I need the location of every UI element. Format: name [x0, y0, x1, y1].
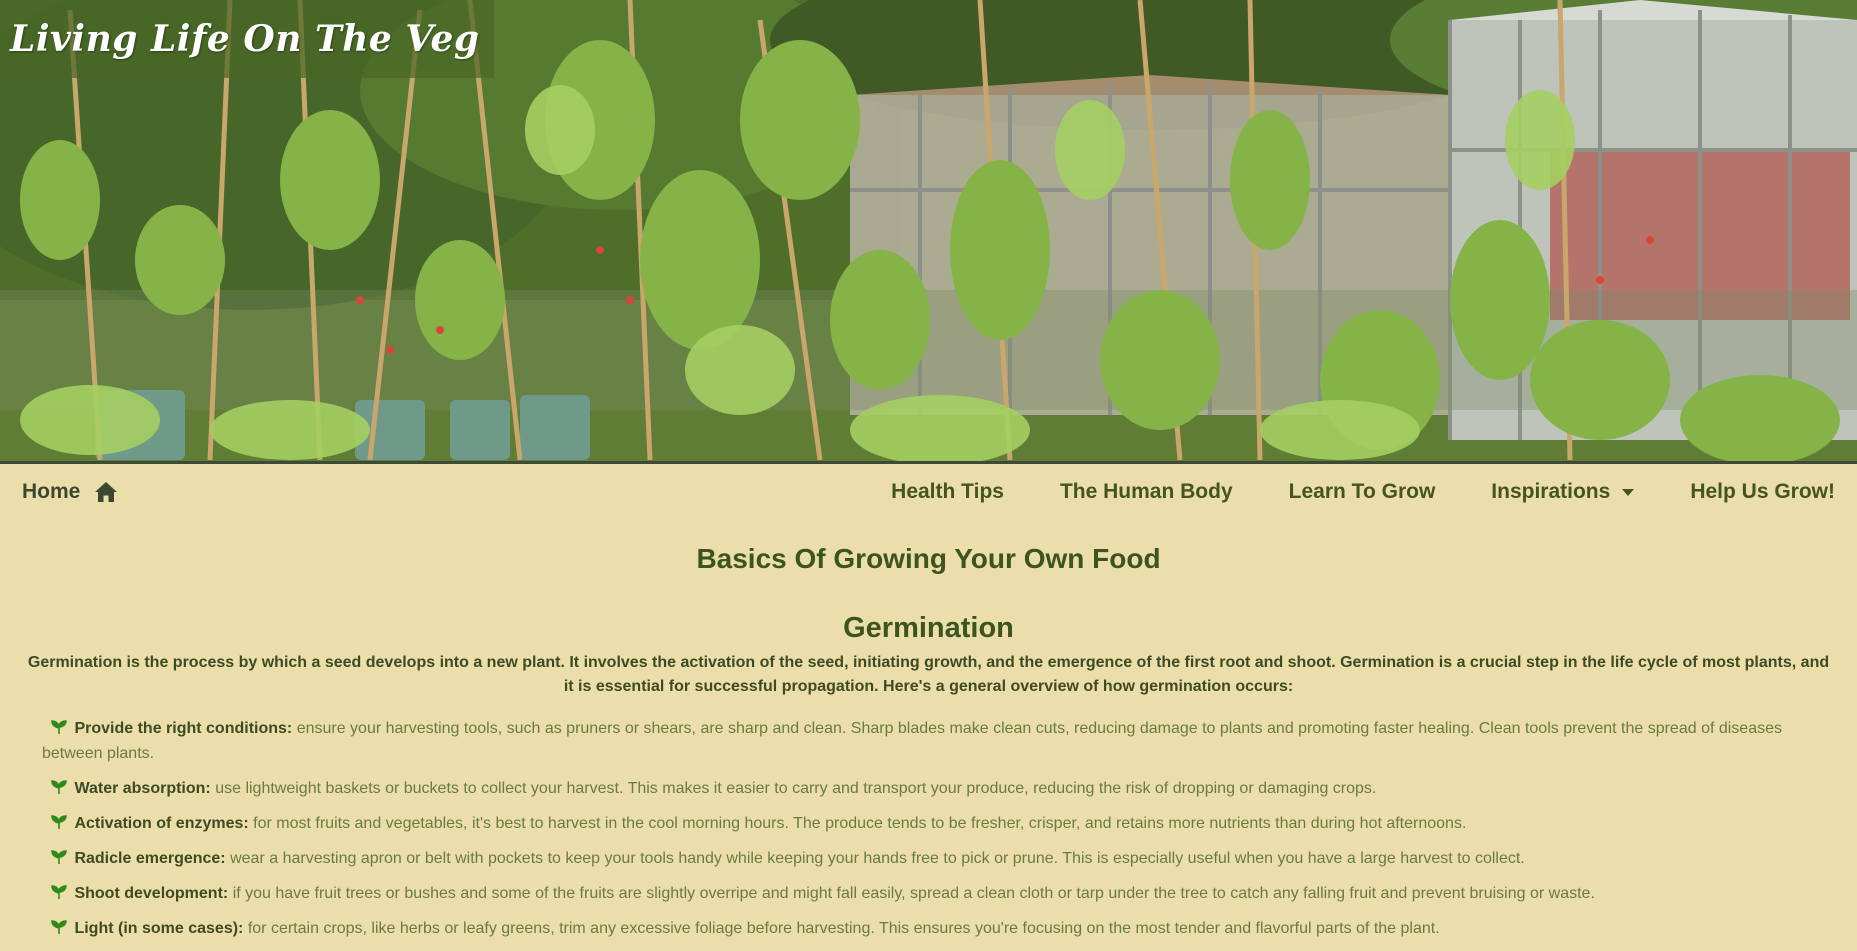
sprout-icon [51, 720, 67, 735]
list-item: Activation of enzymes: for most fruits a… [42, 811, 1833, 836]
list-item-text: if you have fruit trees or bushes and so… [232, 885, 1595, 903]
site-title-box[interactable]: Living Life On The Veg [0, 0, 494, 78]
list-item: Radicle emergence: wear a harvesting apr… [42, 846, 1833, 871]
page-title: Basics Of Growing Your Own Food [696, 543, 1161, 574]
list-item-text: for most fruits and vegetables, it's bes… [253, 815, 1467, 833]
sprout-icon [51, 920, 67, 935]
sprout-icon [51, 885, 67, 900]
nav-item-the-human-body[interactable]: The Human Body [1060, 480, 1233, 504]
nav-item-inspirations-dropdown[interactable]: Inspirations [1491, 480, 1635, 504]
sprout-icon [51, 780, 67, 795]
nav-item-learn-to-grow[interactable]: Learn To Grow [1289, 480, 1436, 504]
list-item-text: use lightweight baskets or buckets to co… [215, 780, 1377, 798]
list-item-text: for certain crops, like herbs or leafy g… [247, 920, 1440, 938]
list-item-label: Radicle emergence: [74, 850, 226, 868]
nav-home-label[interactable]: Home [22, 480, 80, 504]
intro-paragraph: Germination is the process by which a se… [27, 654, 1830, 696]
list-item-text: ensure your harvesting tools, such as pr… [42, 720, 1782, 763]
list-item: Shoot development: if you have fruit tre… [42, 881, 1833, 906]
chevron-down-icon[interactable] [1622, 489, 1635, 496]
list-item-text: wear a harvesting apron or belt with poc… [230, 850, 1525, 868]
nav-item-help-us-grow[interactable]: Help Us Grow! [1690, 480, 1835, 504]
nav-item-inspirations-label[interactable]: Inspirations [1491, 480, 1610, 504]
nav-item-health-tips[interactable]: Health Tips [891, 480, 1004, 504]
section-title-germination: Germination [843, 611, 1014, 644]
nav-menu: Health Tips The Human Body Learn To Grow… [835, 480, 1835, 504]
list-item-label: Provide the right conditions: [74, 720, 293, 738]
home-icon[interactable] [94, 481, 118, 503]
list-item: Provide the right conditions: ensure you… [42, 716, 1833, 766]
main-content: Basics Of Growing Your Own Food Germinat… [0, 519, 1857, 951]
site-title[interactable]: Living Life On The Veg [10, 18, 480, 60]
list-item-label: Light (in some cases): [74, 920, 244, 938]
hero-banner: Living Life On The Veg [0, 0, 1857, 464]
main-navbar: Home Health Tips The Human Body Learn To… [0, 464, 1857, 519]
list-item-label: Water absorption: [74, 780, 211, 798]
sprout-icon [51, 850, 67, 865]
list-item-label: Shoot development: [74, 885, 229, 903]
list-item-label: Activation of enzymes: [74, 815, 249, 833]
germination-steps-list: Provide the right conditions: ensure you… [24, 716, 1833, 941]
sprout-icon [51, 815, 67, 830]
nav-home-link[interactable]: Home [22, 480, 118, 504]
list-item: Water absorption: use lightweight basket… [42, 776, 1833, 801]
